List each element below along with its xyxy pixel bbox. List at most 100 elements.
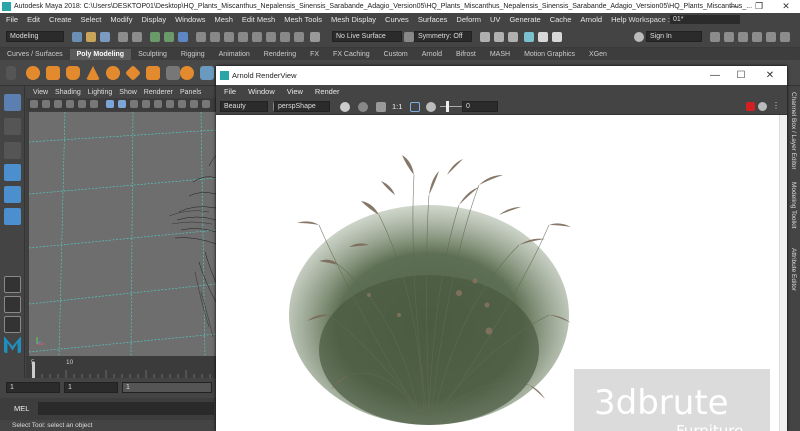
menu-item-curves[interactable]: Curves [385, 15, 409, 24]
menu-item-modify[interactable]: Modify [110, 15, 132, 24]
viewport-menu-show[interactable]: Show [119, 89, 137, 96]
select-object-icon[interactable] [164, 32, 174, 42]
four-pane-layout-icon[interactable] [4, 296, 21, 313]
scale-tool-icon[interactable] [4, 208, 21, 225]
film-gate-icon[interactable] [78, 100, 86, 108]
menu-item-deform[interactable]: Deform [456, 15, 481, 24]
hypershade-icon[interactable] [524, 32, 534, 42]
viewport-menu-renderer[interactable]: Renderer [144, 89, 173, 96]
render-canvas[interactable]: 3dbrute Furniture [219, 115, 779, 431]
menu-item-mesh-display[interactable]: Mesh Display [331, 15, 376, 24]
poly-plane-icon[interactable] [125, 65, 141, 81]
command-language-label[interactable]: MEL [14, 404, 29, 413]
renderview-menu-window[interactable]: Window [248, 87, 275, 96]
gear-icon[interactable] [426, 102, 436, 112]
construction-icon[interactable] [294, 32, 304, 42]
menu-item-windows[interactable]: Windows [175, 15, 205, 24]
lights-icon[interactable] [142, 100, 150, 108]
menu-item-arnold[interactable]: Arnold [580, 15, 602, 24]
channel-box-icon[interactable] [766, 32, 776, 42]
snap-view-icon[interactable] [252, 32, 262, 42]
minimize-button[interactable]: — [723, 0, 745, 13]
layer-editor-icon[interactable] [780, 32, 790, 42]
bookmarks-icon[interactable] [42, 100, 50, 108]
lasso-tool-icon[interactable] [4, 118, 21, 135]
light-editor-icon[interactable] [552, 32, 562, 42]
command-input[interactable] [38, 402, 214, 415]
ipr-render-icon[interactable] [494, 32, 504, 42]
more-options-icon[interactable]: ⋮ [772, 101, 780, 110]
menu-item-cache[interactable]: Cache [550, 15, 572, 24]
pick-mask-icon[interactable] [196, 32, 206, 42]
render-settings-icon[interactable] [508, 32, 518, 42]
platonic-solid-icon[interactable] [180, 66, 194, 80]
menu-item-file[interactable]: File [6, 15, 18, 24]
menu-item-help[interactable]: Help [611, 15, 626, 24]
refresh-render-icon[interactable] [758, 102, 767, 111]
mode-dropdown[interactable]: Modeling [6, 31, 64, 42]
menu-item-mesh[interactable]: Mesh [215, 15, 233, 24]
perspective-viewport[interactable] [29, 112, 216, 356]
poly-cone-icon[interactable] [86, 66, 100, 80]
menu-item-select[interactable]: Select [81, 15, 102, 24]
exposure-value-field[interactable]: 0 [462, 101, 498, 112]
redo-icon[interactable] [132, 32, 142, 42]
time-slider[interactable]: 5 10 [26, 356, 216, 378]
close-button[interactable]: ✕ [775, 0, 797, 13]
image-plane-icon[interactable] [54, 100, 62, 108]
zoom-ratio-label[interactable]: 1:1 [392, 102, 402, 111]
snap-curve-icon[interactable] [224, 32, 234, 42]
xray-icon[interactable] [190, 100, 198, 108]
resolution-gate-icon[interactable] [90, 100, 98, 108]
renderview-close-button[interactable]: ✕ [757, 66, 783, 85]
magnet-icon[interactable] [310, 32, 320, 42]
smooth-shade-icon[interactable] [118, 100, 126, 108]
menu-item-surfaces[interactable]: Surfaces [418, 15, 448, 24]
menu-item-edit-mesh[interactable]: Edit Mesh [242, 15, 275, 24]
combine-icon[interactable] [200, 66, 214, 80]
modeling-toolkit-icon[interactable] [710, 32, 720, 42]
camera-dropdown[interactable]: perspShape [274, 101, 330, 112]
render-view-icon[interactable] [538, 32, 548, 42]
attribute-editor-icon[interactable] [738, 32, 748, 42]
wireframe-icon[interactable] [106, 100, 114, 108]
camera-attributes-icon[interactable] [30, 100, 38, 108]
tool-settings-icon[interactable] [752, 32, 762, 42]
live-surface-dropdown[interactable]: No Live Surface [332, 31, 402, 42]
paint-select-tool-icon[interactable] [4, 142, 21, 159]
isolate-select-icon[interactable] [178, 100, 186, 108]
select-component-icon[interactable] [178, 32, 188, 42]
render-frame-icon[interactable] [480, 32, 490, 42]
menu-item-uv[interactable]: UV [490, 15, 500, 24]
poly-cube-icon[interactable] [46, 66, 60, 80]
xray-joints-icon[interactable] [202, 100, 210, 108]
sign-in-dropdown[interactable]: Sign In [646, 31, 702, 42]
range-inner-start-field[interactable]: 1 [64, 382, 118, 393]
menu-item-create[interactable]: Create [49, 15, 72, 24]
menu-item-display[interactable]: Display [142, 15, 167, 24]
snap-surface-icon[interactable] [266, 32, 276, 42]
poly-torus-icon[interactable] [106, 66, 120, 80]
menu-item-mesh-tools[interactable]: Mesh Tools [284, 15, 322, 24]
select-hierarchy-icon[interactable] [150, 32, 160, 42]
pan-icon[interactable] [376, 102, 386, 112]
viewport-menu-view[interactable]: View [33, 89, 48, 96]
new-scene-icon[interactable] [72, 32, 82, 42]
render-canvas-scrollbar[interactable] [779, 115, 787, 431]
poly-cylinder-icon[interactable] [66, 66, 80, 80]
snap-grid-icon[interactable] [210, 32, 220, 42]
poly-disc-icon[interactable] [146, 66, 160, 80]
symmetry-icon[interactable] [404, 32, 414, 42]
aov-dropdown[interactable]: Beauty [220, 101, 268, 112]
renderview-maximize-button[interactable]: ☐ [728, 66, 754, 85]
tab-attribute-editor[interactable]: Attribute Editor [790, 248, 797, 291]
renderview-menu-view[interactable]: View [287, 87, 303, 96]
single-pane-layout-icon[interactable] [4, 276, 21, 293]
poly-sphere-icon[interactable] [26, 66, 40, 80]
display-settings-icon[interactable] [358, 102, 368, 112]
ambient-occlusion-icon[interactable] [166, 100, 174, 108]
tab-channel-box[interactable]: Channel Box / Layer Editor [790, 92, 797, 170]
open-scene-icon[interactable] [86, 32, 96, 42]
user-icon[interactable] [634, 32, 644, 42]
restore-button[interactable]: ❐ [748, 0, 770, 13]
